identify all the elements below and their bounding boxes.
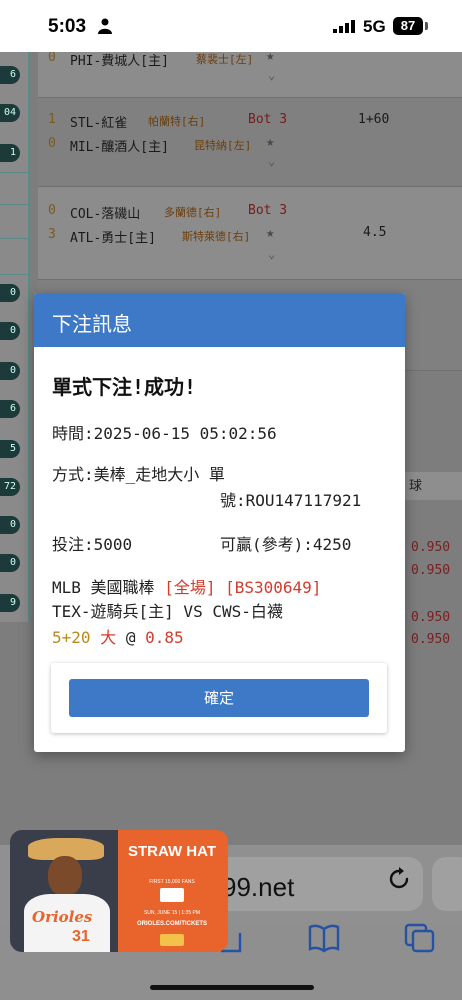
home-indicator [150,985,314,990]
ad-headline: STRAW HAT [127,843,217,860]
bet-time: 時間:2025-06-15 05:02:56 [52,424,277,443]
inning-label: Bot 3 [248,112,288,127]
url-text[interactable]: 99.net [222,872,294,903]
success-heading: 單式下注!成功! [52,375,197,399]
bet-method: 方式:美棒_走地大小 單 [52,465,225,484]
signal-icon [333,20,355,33]
odds-line[interactable]: 1+60 [358,112,389,127]
divider [0,274,28,275]
pitcher-name: 昆特納[左] [194,139,252,152]
left-badge[interactable]: 6 [0,400,20,418]
tab-peek[interactable] [432,857,462,911]
left-badge[interactable]: 1 [0,144,20,162]
odds-value[interactable]: 0.950 [411,610,450,625]
ad-subtitle: FIRST 15,000 FANS [149,879,195,885]
reload-icon[interactable] [387,867,411,891]
team-score: 0 [48,50,56,65]
confirm-button[interactable]: 確定 [69,679,369,717]
tabs-icon[interactable] [403,923,437,953]
battery-tip [425,22,428,30]
team-score: 1 [48,112,56,127]
status-time: 5:03 [48,16,87,37]
chevron-down-icon[interactable]: ⌄ [268,68,275,82]
team-logo-icon [160,888,184,902]
team-name: MIL-釀酒人[主] [70,140,169,155]
stake-amount: 投注:5000 [52,535,133,554]
left-badge[interactable]: 0 [0,554,20,572]
left-badge[interactable]: 0 [0,362,20,380]
left-badge[interactable]: 0 [0,284,20,302]
bet-league-line: MLB 美國職棒 [全場] [BS300649] [52,574,321,598]
modal-header: 下注訊息 [34,293,405,347]
star-icon[interactable]: ★ [266,225,274,241]
left-badge[interactable]: 04 [0,104,20,122]
ad-url[interactable]: ORIOLES.COM/TICKETS [122,921,222,927]
bet-code: [BS300649] [225,578,322,597]
match-card[interactable]: 0 COL-落磯山 多蘭德[右] Bot 3 3 ATL-勇士[主] 斯特萊德[… [38,187,462,280]
left-badge[interactable]: 0 [0,322,20,340]
team-name: STL-紅雀 [70,116,128,131]
bookmarks-icon[interactable] [307,923,341,953]
odds-value[interactable]: 0.950 [411,632,450,647]
matchup: TEX-遊騎兵[主] VS CWS-白襪 [52,602,283,621]
chevron-down-icon[interactable]: ⌄ [268,247,275,261]
divider [0,172,28,173]
handicap-line: 5+20 [52,628,91,647]
star-icon[interactable]: ★ [266,134,274,150]
team-name: ATL-勇士[主] [70,231,156,246]
network-label: 5G [363,17,386,36]
left-badge[interactable]: 72 [0,478,20,496]
column-header: 球 [405,472,462,500]
ad-date: SUN, JUNE 15 | 1:35 PM [143,910,201,916]
team-name: COL-落磯山 [70,207,141,222]
divider [0,238,28,239]
status-bar: 5:03 5G 87 [0,0,462,52]
match-card[interactable]: 0 PHI-費城人[主] 蔡裴士[左] ★ ⌄ [38,48,462,98]
odds-value[interactable]: 0.950 [411,540,450,555]
left-badge[interactable]: 0 [0,516,20,534]
bet-period: [全場] [164,578,216,597]
left-badge[interactable]: 5 [0,440,20,458]
inning-label: Bot 3 [248,203,288,218]
bet-odds: 0.85 [145,628,184,647]
odds-line[interactable]: 4.5 [363,225,386,240]
bet-selection: 5+20 大 @ 0.85 [52,624,184,648]
pitcher-name: 斯特萊德[右] [182,230,251,243]
jersey-number: 31 [72,928,90,945]
ticket-number: 號:ROU147117921 [220,491,362,510]
pick-label: 大 [100,628,117,647]
team-score: 0 [48,136,56,151]
team-name: PHI-費城人[主] [70,54,169,69]
team-script: Orioles [32,908,93,926]
person-icon [98,18,112,34]
pitcher-name: 多蘭德[右] [164,206,222,219]
player-face-image [48,856,82,896]
team-score: 3 [48,227,56,242]
battery-icon: 87 [393,17,423,35]
pitcher-name: 帕蘭特[右] [148,115,206,128]
team-score: 0 [48,203,56,218]
bet-info-modal: 下注訊息 單式下注!成功! 時間:2025-06-15 05:02:56 方式:… [34,293,405,752]
match-card[interactable]: 1 STL-紅雀 帕蘭特[右] Bot 3 1+60 0 MIL-釀酒人[主] … [38,98,462,187]
ad-player-photo: Orioles 31 [10,830,118,952]
pitcher-name: 蔡裴士[左] [196,53,254,66]
left-badge[interactable]: 9 [0,594,20,612]
left-column: 6 04 1 0 0 0 6 5 72 0 0 9 [0,52,30,622]
sponsor-logo-icon [160,934,184,946]
potential-win: 可贏(參考):4250 [220,535,352,554]
league-name: MLB 美國職棒 [52,578,155,597]
modal-footer: 確定 [51,663,387,733]
at-symbol: @ [125,628,136,647]
video-ad-overlay[interactable]: Orioles 31 STRAW HAT FIRST 15,000 FANS S… [10,830,228,952]
divider [0,204,28,205]
modal-title: 下注訊息 [52,314,132,336]
left-badge[interactable]: 6 [0,66,20,84]
chevron-down-icon[interactable]: ⌄ [268,154,275,168]
odds-value[interactable]: 0.950 [411,563,450,578]
